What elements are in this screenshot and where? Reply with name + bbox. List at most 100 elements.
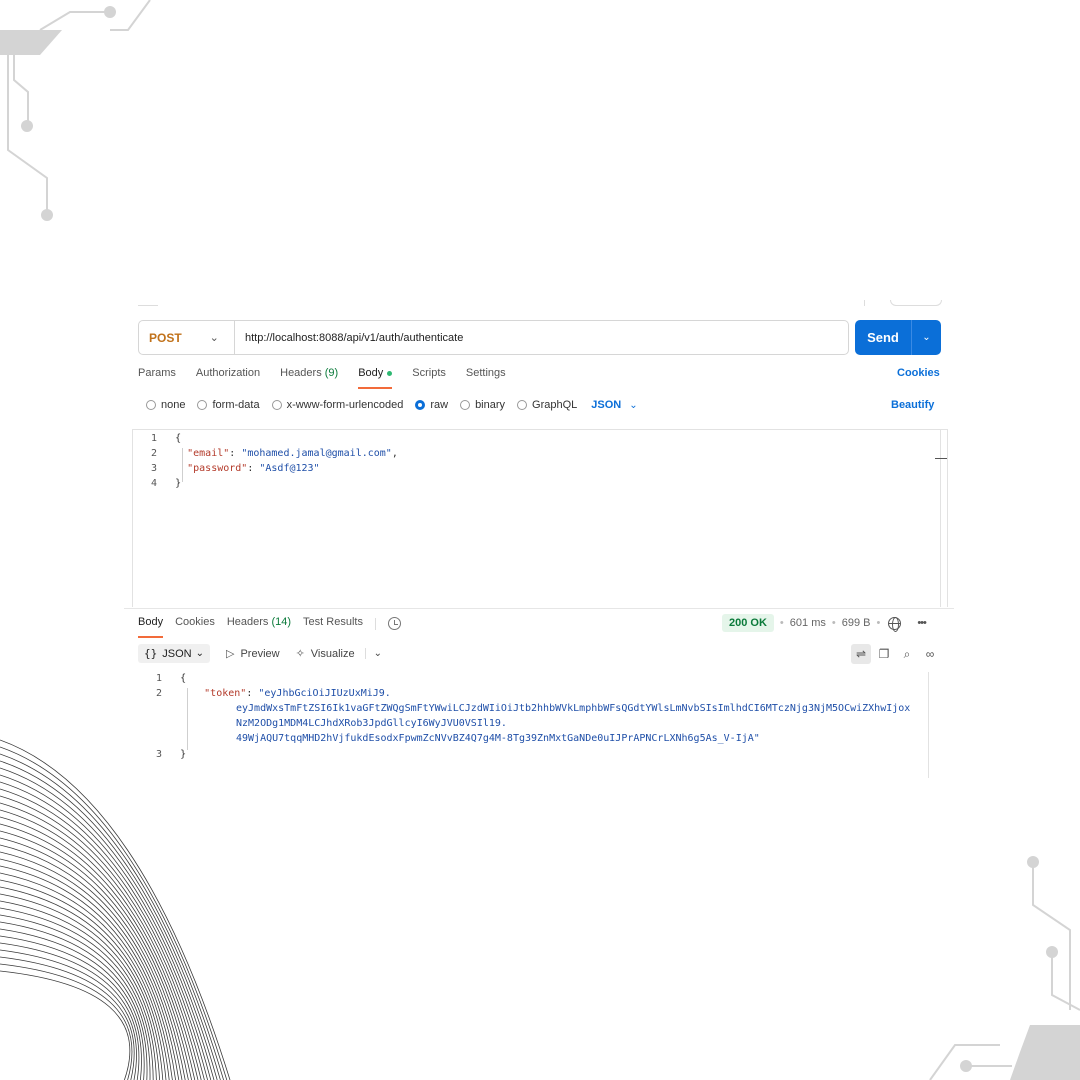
radio-circle-icon [197, 400, 208, 410]
body-type-options: none form-data x-www-form-urlencoded raw… [146, 399, 638, 411]
tab-settings[interactable]: Settings [466, 367, 506, 389]
chevron-down-icon: ⌄ [209, 332, 219, 344]
swirl-line [0, 816, 196, 1080]
swirl-line [0, 893, 160, 1080]
separator-dot: • [831, 617, 836, 629]
chevron-down-icon: ⌄ [195, 648, 204, 659]
panel-top-button-edge [890, 300, 942, 306]
code-line: 49WjAQU7tqqMHD2hVjfukdEsodxFpwmZcNVvBZ4Q… [236, 733, 760, 744]
swirl-line [0, 865, 173, 1080]
radio-binary[interactable]: binary [460, 399, 505, 411]
beautify-button[interactable]: Beautify [891, 399, 934, 411]
radio-x-www-form-urlencoded[interactable]: x-www-form-urlencoded [271, 399, 403, 411]
response-time[interactable]: 601 ms [790, 617, 826, 629]
response-size[interactable]: 699 B [842, 617, 871, 629]
tab-body[interactable]: Body [358, 367, 393, 389]
swirl-line [0, 858, 176, 1080]
code-line: NzM2ODg1MDM4LCJhdXRob3JpdGllcyI6WyJVU0VS… [236, 718, 507, 729]
search-icon[interactable]: ⌕ [897, 644, 917, 664]
cookies-link[interactable]: Cookies [897, 367, 940, 379]
swirl-line [0, 956, 135, 1080]
swirl-line [0, 970, 131, 1080]
chevron-down-icon[interactable]: ⌄ [364, 648, 382, 659]
postman-request-panel: POST ⌄ http://localhost:8088/api/v1/auth… [124, 300, 954, 778]
globe-icon[interactable] [888, 616, 902, 632]
tab-scripts[interactable]: Scripts [412, 367, 446, 389]
chevron-down-icon: ⌄ [629, 400, 638, 411]
swirl-line [0, 963, 133, 1080]
response-body-editor[interactable]: 1 { 2 "token": "eyJhbGciOiJIUzUxMiJ9. ey… [124, 670, 954, 778]
swirl-line [0, 760, 221, 1080]
history-icon[interactable] [387, 617, 401, 630]
separator-dot: • [876, 617, 881, 629]
response-divider[interactable] [124, 608, 954, 609]
code-line: 4 } [150, 478, 182, 489]
method-select[interactable]: POST ⌄ [139, 321, 235, 354]
code-line: 2 "token": "eyJhbGciOiJIUzUxMiJ9. [155, 688, 391, 699]
response-format-bar: {} JSON ⌄ ▷ Preview ✧ Visualize ⌄ [138, 644, 382, 663]
radio-none[interactable]: none [146, 399, 185, 411]
swirl-line [0, 746, 228, 1080]
format-select[interactable]: {} JSON ⌄ [138, 644, 210, 663]
swirl-line [0, 935, 142, 1080]
tab-params[interactable]: Params [138, 367, 176, 389]
response-tabs: Body Cookies Headers (14) Test Results [138, 616, 401, 638]
copy-icon[interactable]: ❐ [874, 644, 894, 664]
radio-circle-icon [460, 400, 471, 410]
circuit-decoration-top-left [0, 0, 151, 221]
swirl-line [0, 914, 151, 1080]
swirl-line [0, 921, 148, 1080]
preview-button[interactable]: ▷ Preview [226, 647, 280, 661]
tab-response-headers[interactable]: Headers (14) [227, 616, 291, 638]
separator-dot: • [779, 617, 784, 629]
radio-form-data[interactable]: form-data [197, 399, 260, 411]
radio-checked-icon [415, 400, 426, 410]
swirl-line [0, 900, 157, 1080]
chevron-down-icon[interactable]: ⌄ [912, 332, 941, 343]
radio-circle-icon [271, 400, 282, 410]
swirl-line [0, 802, 202, 1080]
tab-separator [374, 617, 376, 630]
request-body-editor[interactable]: 1 { 2 "email": "mohamed.jamal@gmail.com"… [132, 429, 948, 607]
send-label: Send [867, 330, 899, 345]
radio-raw[interactable]: raw [415, 399, 448, 411]
editor-scrollbar[interactable] [940, 430, 941, 607]
panel-top-edge [138, 300, 158, 306]
braces-icon: {} [144, 647, 158, 660]
send-button[interactable]: Send ⌄ [855, 320, 941, 355]
swirl-line [0, 788, 208, 1080]
code-line: 1 { [150, 433, 182, 444]
tab-authorization[interactable]: Authorization [196, 367, 260, 389]
swirl-line [0, 837, 186, 1080]
url-input[interactable]: http://localhost:8088/api/v1/auth/authen… [235, 332, 463, 344]
body-indicator-dot [387, 370, 393, 376]
more-options-icon[interactable]: ••• [917, 617, 927, 629]
swirl-line [0, 879, 167, 1080]
visualize-button[interactable]: ✧ Visualize [295, 647, 355, 661]
response-scrollbar[interactable] [928, 672, 929, 778]
status-badge[interactable]: 200 OK [722, 614, 774, 632]
tab-headers[interactable]: Headers (9) [280, 367, 338, 389]
swirl-line [0, 823, 192, 1080]
response-status-bar: 200 OK • 601 ms • 699 B • ••• [722, 614, 927, 632]
radio-graphql[interactable]: GraphQL [517, 399, 577, 411]
headers-count: (9) [324, 367, 339, 379]
response-tools: ⇌ ❐ ⌕ ∞ [848, 644, 940, 664]
tab-response-body[interactable]: Body [138, 616, 164, 638]
swirl-line [0, 795, 205, 1080]
tab-response-cookies[interactable]: Cookies [175, 616, 215, 638]
radio-circle-icon [146, 400, 156, 410]
code-line: eyJmdWxsTmFtZSI6Ik1vaGFtZWQgSmFtYWwiLCJz… [236, 703, 911, 714]
tab-test-results[interactable]: Test Results [303, 616, 363, 638]
panel-top-separator [864, 300, 865, 306]
visualize-icon: ✧ [295, 648, 305, 660]
wrap-lines-icon[interactable]: ⇌ [851, 644, 871, 664]
language-select[interactable]: JSON ⌄ [591, 399, 637, 411]
link-icon[interactable]: ∞ [920, 644, 940, 664]
swirl-line [0, 872, 170, 1080]
swirl-line [0, 942, 140, 1080]
line-swirl-decoration [0, 739, 231, 1080]
circuit-decoration-bottom-right [929, 856, 1080, 1080]
scrollbar-thumb[interactable] [935, 458, 947, 459]
method-label: POST [149, 330, 182, 345]
